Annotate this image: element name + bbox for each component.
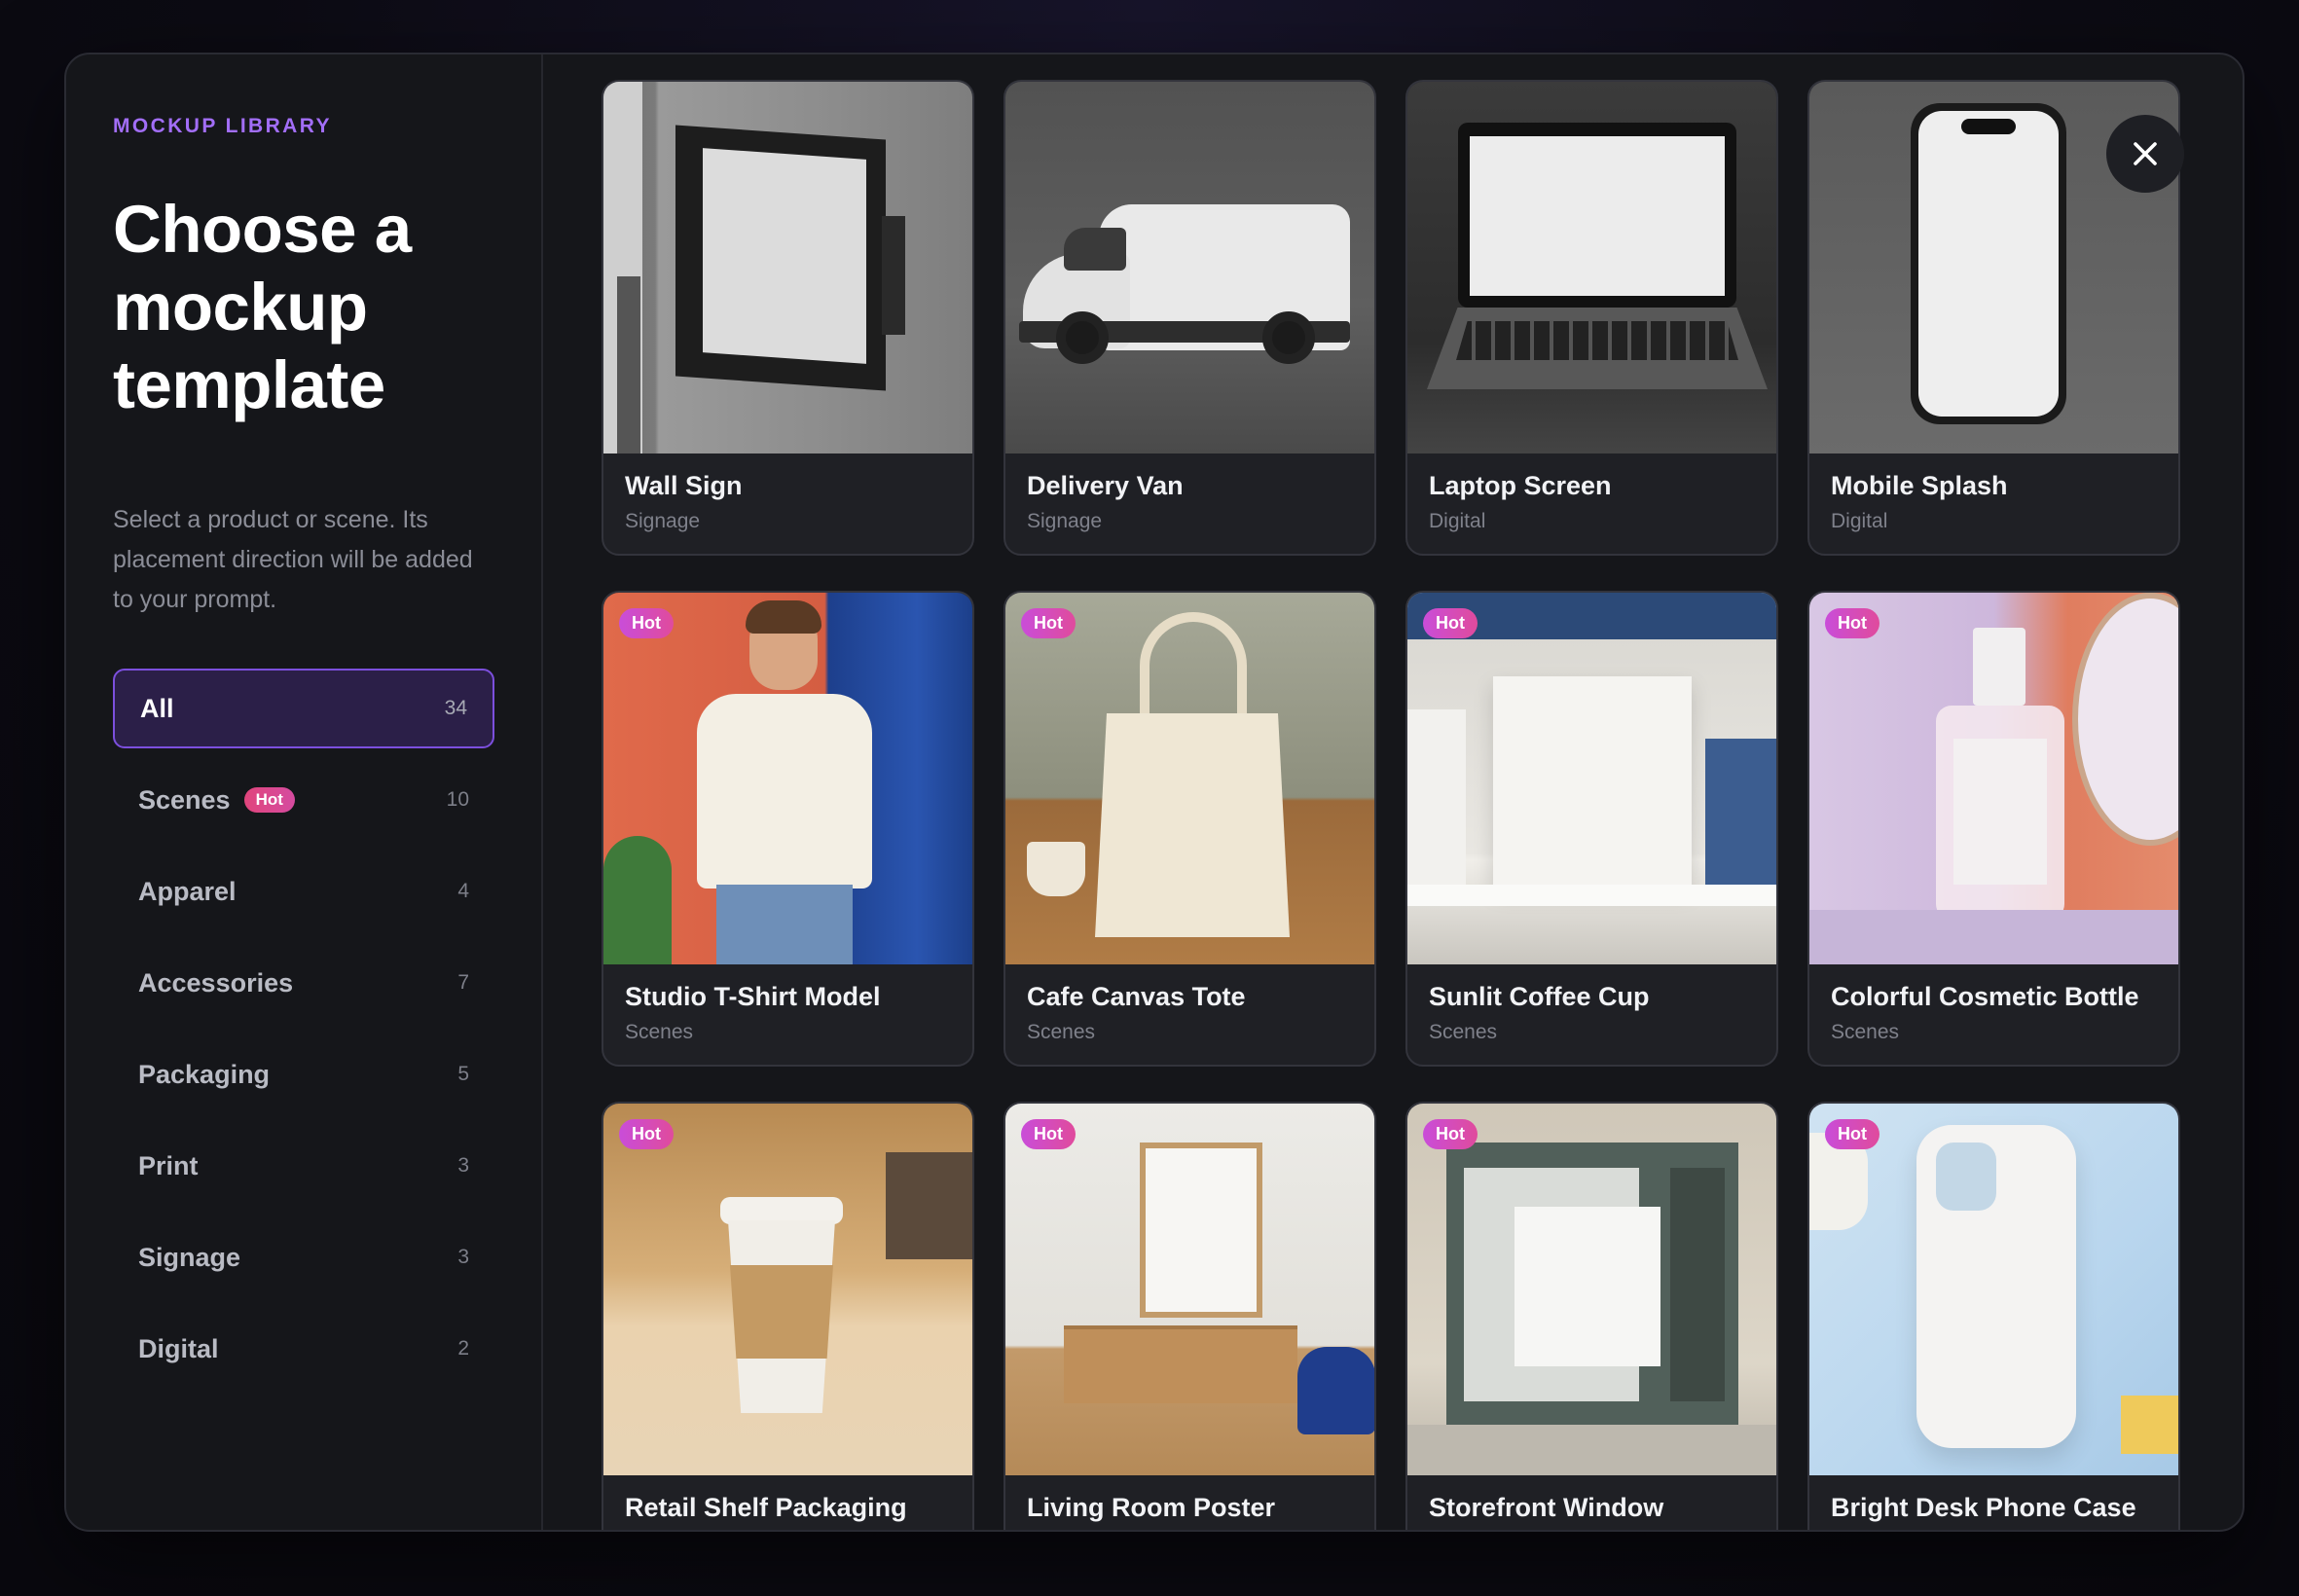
hot-badge: Hot	[1423, 1119, 1478, 1149]
template-card-bright-desk-phone-case[interactable]: Hot Bright Desk Phone Case	[1807, 1102, 2180, 1530]
template-card-storefront-window[interactable]: Hot Storefront Window	[1405, 1102, 1778, 1530]
category-label: Apparel	[138, 876, 237, 906]
category-signage[interactable]: Signage 3	[113, 1217, 494, 1297]
card-category: Digital	[1831, 510, 1888, 532]
category-label: Print	[138, 1150, 199, 1180]
category-all[interactable]: All 34	[113, 669, 494, 748]
category-label: Signage	[138, 1242, 241, 1272]
card-category: Scenes	[1429, 1021, 1498, 1043]
card-title: Laptop Screen	[1429, 471, 1612, 500]
template-card-wall-sign[interactable]: Wall Sign Signage	[602, 80, 974, 556]
card-title: Retail Shelf Packaging	[625, 1493, 907, 1522]
card-title: Wall Sign	[625, 471, 743, 500]
hot-badge: Hot	[1825, 608, 1879, 638]
close-icon	[2134, 142, 2157, 165]
category-count: 34	[444, 697, 467, 719]
category-apparel[interactable]: Apparel 4	[113, 852, 494, 931]
sidebar: MOCKUP LIBRARY Choose a mockup template …	[66, 54, 543, 1530]
card-title: Studio T-Shirt Model	[625, 982, 881, 1011]
hot-badge: Hot	[619, 608, 674, 638]
poster-image	[1005, 1104, 1374, 1475]
card-category: Scenes	[625, 1021, 694, 1043]
category-count: 3	[457, 1154, 469, 1177]
library-eyebrow: MOCKUP LIBRARY	[113, 115, 332, 137]
category-label: Accessories	[138, 967, 294, 998]
card-title: Mobile Splash	[1831, 471, 2008, 500]
card-category: Signage	[1027, 510, 1103, 532]
category-list: All 34 Scenes Hot 10 Apparel 4 Accessori	[113, 669, 494, 1400]
shelf-box-image	[1407, 593, 1776, 964]
card-title: Bright Desk Phone Case	[1831, 1493, 2136, 1522]
hot-badge: Hot	[1021, 608, 1076, 638]
card-title: Colorful Cosmetic Bottle	[1831, 982, 2139, 1011]
wall-sign-image	[603, 82, 972, 453]
category-count: 4	[457, 880, 469, 902]
category-count: 5	[457, 1063, 469, 1085]
template-card-studio-tshirt-model[interactable]: Hot Studio T-Shirt Model Scenes	[602, 591, 974, 1067]
category-packaging[interactable]: Packaging 5	[113, 1034, 494, 1114]
category-print[interactable]: Print 3	[113, 1126, 494, 1206]
storefront-image	[1407, 1104, 1776, 1475]
category-label: Scenes	[138, 784, 231, 815]
hot-badge: Hot	[243, 787, 295, 813]
category-count: 10	[446, 788, 469, 811]
mockup-library-modal: MOCKUP LIBRARY Choose a mockup template …	[64, 53, 2244, 1532]
category-digital[interactable]: Digital 2	[113, 1309, 494, 1389]
tshirt-model-image	[603, 593, 972, 964]
template-card-sunlit-coffee-cup[interactable]: Hot Sunlit Coffee Cup Scenes	[1405, 591, 1778, 1067]
category-label: Digital	[138, 1333, 219, 1363]
template-card-retail-shelf-packaging[interactable]: Hot Retail Shelf Packaging	[602, 1102, 974, 1530]
delivery-van-image	[1005, 82, 1374, 453]
canvas-tote-image	[1005, 593, 1374, 964]
cosmetic-bottle-image	[1809, 593, 2178, 964]
card-title: Cafe Canvas Tote	[1027, 982, 1246, 1011]
card-title: Sunlit Coffee Cup	[1429, 982, 1650, 1011]
card-title: Living Room Poster	[1027, 1493, 1276, 1522]
hot-badge: Hot	[1825, 1119, 1879, 1149]
coffee-cup-image	[603, 1104, 972, 1475]
category-scenes[interactable]: Scenes Hot 10	[113, 760, 494, 840]
template-card-delivery-van[interactable]: Delivery Van Signage	[1004, 80, 1376, 556]
template-card-cafe-canvas-tote[interactable]: Hot Cafe Canvas Tote Scenes	[1004, 591, 1376, 1067]
phone-case-image	[1809, 1104, 2178, 1475]
hot-badge: Hot	[1021, 1119, 1076, 1149]
category-count: 7	[457, 971, 469, 994]
template-card-living-room-poster[interactable]: Hot Living Room Poster	[1004, 1102, 1376, 1530]
card-title: Delivery Van	[1027, 471, 1184, 500]
category-accessories[interactable]: Accessories 7	[113, 943, 494, 1023]
template-card-colorful-cosmetic-bottle[interactable]: Hot Colorful Cosmetic Bottle Scenes	[1807, 591, 2180, 1067]
laptop-screen-image	[1407, 82, 1776, 453]
category-count: 2	[457, 1337, 469, 1360]
card-category: Scenes	[1831, 1021, 1900, 1043]
card-category: Scenes	[1027, 1021, 1096, 1043]
template-grid: Wall Sign Signage Delivery Van Signage L…	[602, 80, 2184, 1530]
category-label: Packaging	[138, 1059, 271, 1089]
sidebar-description: Select a product or scene. Its placement…	[113, 506, 473, 613]
page-title: Choose a mockup template	[113, 192, 412, 422]
category-label: All	[140, 693, 174, 723]
hot-badge: Hot	[1423, 608, 1478, 638]
card-category: Digital	[1429, 510, 1486, 532]
template-card-laptop-screen[interactable]: Laptop Screen Digital	[1405, 80, 1778, 556]
card-title: Storefront Window	[1429, 1493, 1664, 1522]
hot-badge: Hot	[619, 1119, 674, 1149]
template-grid-area: Wall Sign Signage Delivery Van Signage L…	[543, 54, 2243, 1530]
card-category: Signage	[625, 510, 701, 532]
close-button[interactable]	[2106, 115, 2184, 193]
category-count: 3	[457, 1246, 469, 1268]
